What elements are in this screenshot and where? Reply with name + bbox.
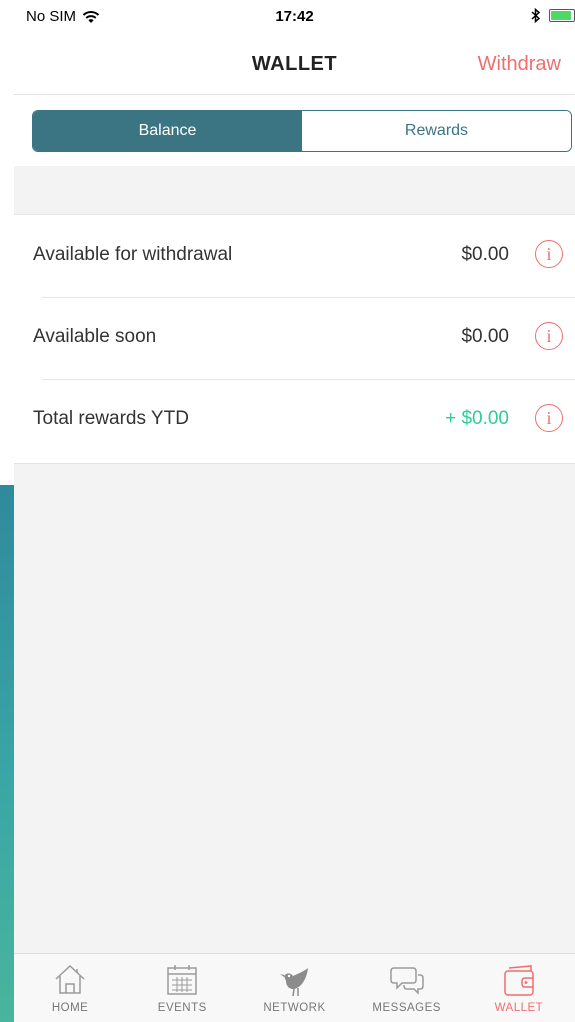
withdraw-button[interactable]: Withdraw [478, 53, 561, 76]
tab-messages[interactable]: MESSAGES [351, 954, 463, 1022]
wallet-icon [504, 965, 534, 996]
tab-label: NETWORK [263, 1002, 326, 1014]
row-label: Available for withdrawal [33, 244, 233, 265]
app-screen: No SIM 17:42 WALLET Withdraw Balance Rew… [14, 0, 575, 1022]
row-value: + $0.00 [445, 408, 509, 429]
tab-label: WALLET [494, 1002, 544, 1014]
balance-list: Available for withdrawal $0.00 i Availab… [14, 215, 575, 461]
background-strip [0, 485, 14, 1022]
info-icon[interactable]: i [535, 322, 563, 350]
tab-network[interactable]: NETWORK [238, 954, 350, 1022]
home-icon [55, 964, 85, 994]
info-icon[interactable]: i [535, 404, 563, 432]
empty-content-area [14, 464, 575, 954]
bird-icon [279, 968, 308, 997]
list-item: Available for withdrawal $0.00 i [14, 215, 575, 297]
list-item: Total rewards YTD + $0.00 i [14, 379, 575, 461]
status-bar: No SIM 17:42 [14, 0, 575, 34]
segment-balance[interactable]: Balance [33, 111, 302, 151]
clock: 17:42 [275, 8, 314, 25]
tab-home[interactable]: HOME [14, 954, 126, 1022]
chat-bubbles-icon [389, 967, 424, 995]
row-label: Total rewards YTD [33, 408, 189, 429]
section-spacer [14, 166, 575, 215]
tab-label: HOME [51, 1002, 89, 1014]
battery-icon [549, 9, 575, 22]
calendar-icon [167, 965, 198, 995]
balance-rewards-segmented-control: Balance Rewards [32, 110, 572, 152]
tab-bar: HOME EVENTS NETWORK MESSAGES WALLET [14, 953, 575, 1022]
tab-wallet[interactable]: WALLET [463, 954, 575, 1022]
navigation-bar: WALLET Withdraw [14, 34, 575, 95]
segment-rewards[interactable]: Rewards [302, 111, 571, 151]
tab-label: MESSAGES [372, 1002, 441, 1014]
row-value: $0.00 [461, 326, 509, 347]
tab-label: EVENTS [157, 1002, 207, 1014]
tab-events[interactable]: EVENTS [126, 954, 238, 1022]
info-icon[interactable]: i [535, 240, 563, 268]
row-value: $0.00 [461, 244, 509, 265]
row-label: Available soon [33, 326, 157, 347]
bluetooth-icon [531, 8, 541, 23]
list-item: Available soon $0.00 i [14, 297, 575, 379]
